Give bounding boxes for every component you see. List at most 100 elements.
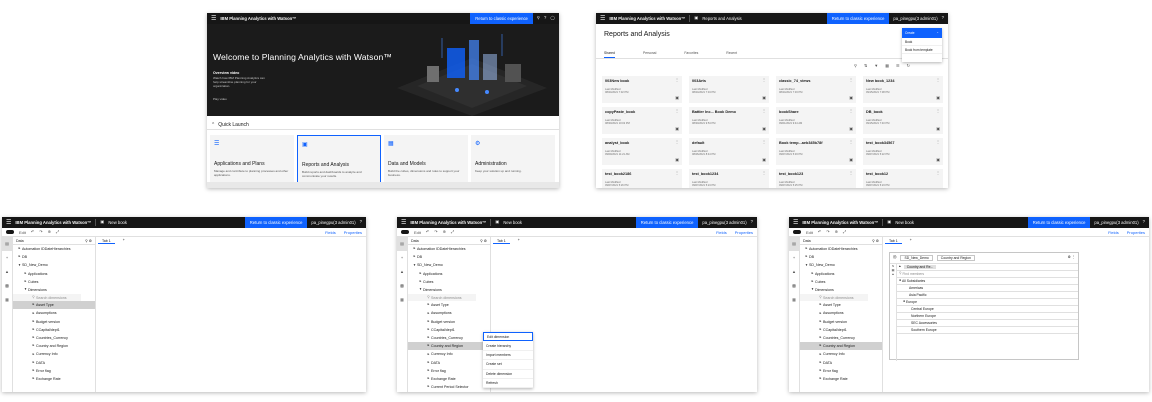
share-icon[interactable]: ⊕ <box>835 230 838 234</box>
tree-node[interactable]: ▸ Automation IDDateHierarchies <box>13 245 95 253</box>
collapse-icon[interactable]: ● <box>903 299 905 303</box>
data-icon[interactable]: ▤ <box>397 237 407 251</box>
tab-1[interactable]: Tab 1 <box>493 239 510 244</box>
book-name[interactable]: New book <box>503 220 522 225</box>
overflow-menu-icon[interactable]: ⋮ <box>849 78 853 82</box>
row-dimension-chip[interactable]: ▴ Country and Re... <box>897 264 1078 271</box>
overflow-menu-icon[interactable]: ⋮ <box>849 109 853 113</box>
tree-node[interactable]: ▸ CCapital/dept1 <box>800 326 882 334</box>
chart-icon[interactable]: ▩ <box>397 279 407 293</box>
overflow-menu-icon[interactable]: ⋮ <box>849 171 853 175</box>
help-icon[interactable]: ? <box>1143 220 1145 224</box>
undo-icon[interactable]: ↶ <box>426 230 429 234</box>
share-icon[interactable]: ⊕ <box>443 230 446 234</box>
tree-node[interactable]: ▸ Currency Info <box>408 350 490 358</box>
tab-favorites[interactable]: Favorites <box>684 51 698 58</box>
data-icon[interactable]: ▤ <box>789 237 799 251</box>
overflow-menu-icon[interactable]: ⋮ <box>936 171 940 175</box>
report-card[interactable]: test_book12 Last Modified 09/07/2021 5:2… <box>863 169 943 188</box>
tree-node[interactable]: ▾ Dimensions <box>408 286 490 294</box>
member-row[interactable]: Southern Europe <box>897 327 1078 334</box>
chart-icon[interactable]: ▩ <box>789 279 799 293</box>
menu-item-book[interactable]: Book <box>902 38 942 46</box>
help-icon[interactable]: ? <box>360 220 362 224</box>
overflow-menu-icon[interactable]: ⋮ <box>675 109 679 113</box>
tree-node[interactable]: ▸ DB <box>13 253 95 261</box>
tree-node[interactable]: ▸ Applications <box>408 270 490 278</box>
tree-node[interactable]: ▸ DATA <box>13 358 95 366</box>
tree-node[interactable]: ▸ Country and Region <box>408 342 490 351</box>
play-video-link[interactable]: Play video <box>213 97 227 101</box>
tree-node[interactable]: ▸ Error flag <box>408 367 490 375</box>
user-name[interactable]: pa_pinegpu(3 admin01) <box>702 220 746 225</box>
tree-node[interactable]: ▸ Currency Info <box>13 350 95 358</box>
menu-icon[interactable]: ☰ <box>793 220 798 226</box>
context-menu-item[interactable]: Create hierarchy <box>483 341 533 351</box>
tree-node[interactable]: ▸ Applications <box>13 270 95 278</box>
expand-icon[interactable]: ⤢ <box>451 230 454 234</box>
tree-node[interactable]: ▸ Asset Type <box>408 301 490 309</box>
add-tab-icon[interactable]: + <box>518 239 520 243</box>
tree-node[interactable]: ▸ Budget version <box>800 318 882 326</box>
edit-toggle[interactable] <box>6 230 14 234</box>
expand-icon[interactable]: ⤢ <box>56 230 59 234</box>
tree-node[interactable]: ▸ DATA <box>408 358 490 366</box>
tab-shared[interactable]: Shared <box>604 51 615 58</box>
context-menu-item[interactable]: Edit dimension <box>483 332 533 342</box>
view-options-icon[interactable]: ⚙ ⋮ <box>1068 255 1075 259</box>
return-classic-link[interactable]: Return to classic experience <box>826 13 890 24</box>
report-card[interactable]: analyst_book Last Modified 09/09/2021 11… <box>602 138 682 165</box>
tree-node[interactable]: ▸ Cubes <box>800 278 882 286</box>
tree-tools[interactable]: ⚲ ⚙ <box>85 239 92 243</box>
properties-button[interactable]: Properties <box>344 230 362 235</box>
context-menu-item[interactable]: Refresh <box>483 379 533 389</box>
create-dropdown-header[interactable]: Create ⌄ <box>902 28 942 38</box>
member-row[interactable]: ● All Subsidiaries <box>897 278 1078 285</box>
layers-icon[interactable]: ▦ <box>789 293 799 307</box>
report-card[interactable]: default Last Modified 08/26/2021 8:44 PM… <box>689 138 769 165</box>
report-card[interactable]: DB_book Last Modified 09/15/2021 7:40 PM… <box>863 107 943 134</box>
book-name[interactable]: New book <box>895 220 914 225</box>
overflow-menu-icon[interactable]: ⋮ <box>936 109 940 113</box>
tree-node[interactable]: ▸ Asset Type <box>800 301 882 309</box>
expand-icon[interactable]: ⤢ <box>843 230 846 234</box>
tree-node[interactable]: ▸ Budget version <box>408 318 490 326</box>
member-search[interactable]: ⚲ Find members <box>897 271 1078 278</box>
book-name[interactable]: New book <box>108 220 127 225</box>
report-card[interactable]: classic_74_views Last Modified 08/24/202… <box>776 76 856 103</box>
card-data-and-models[interactable]: ▦ Data and Models Build the cubes, dimen… <box>384 135 468 187</box>
context-menu-item[interactable]: Import members <box>483 351 533 361</box>
user-icon[interactable]: ◯ <box>550 16 555 20</box>
search-icon[interactable]: ⚲ <box>854 64 857 68</box>
list-view-icon[interactable]: ☰ <box>896 64 900 68</box>
edit-toggle[interactable] <box>793 230 801 234</box>
tree-node[interactable]: ▸ Country and Region <box>13 342 95 350</box>
redo-icon[interactable]: ↷ <box>39 230 42 234</box>
filter-icon[interactable]: ▼ <box>874 64 878 68</box>
add-icon[interactable]: + <box>2 251 12 265</box>
tab-recent[interactable]: Recent <box>726 51 737 58</box>
tree-node[interactable]: ▸ Countries_Currency <box>800 334 882 342</box>
tree-node[interactable]: ▸ DB <box>800 253 882 261</box>
report-card[interactable]: copyPaste_book Last Modified 08/30/2021 … <box>602 107 682 134</box>
menu-icon[interactable]: ☰ <box>211 16 216 22</box>
tree-node[interactable]: ▸ Assumptions <box>13 309 95 317</box>
fields-button[interactable]: Fields <box>716 230 727 235</box>
context-menu-item[interactable]: Delete dimension <box>483 370 533 379</box>
member-row[interactable]: Americas <box>897 285 1078 292</box>
member-row[interactable]: Northern Europe <box>897 313 1078 320</box>
user-name[interactable]: pa_pinegpu(3 admin01) <box>311 220 355 225</box>
help-icon[interactable]: ? <box>942 16 944 20</box>
help-icon[interactable]: ? <box>751 220 753 224</box>
menu-icon[interactable]: ☰ <box>600 16 605 22</box>
overflow-menu-icon[interactable]: ⋮ <box>762 109 766 113</box>
tree-node[interactable]: ▸ Cubes <box>13 278 95 286</box>
tree-node[interactable]: ▸ Budget version <box>13 318 95 326</box>
report-card[interactable]: New book_1234 Last Modified 09/15/2021 7… <box>863 76 943 103</box>
tree-node[interactable]: ▸ Applications <box>800 270 882 278</box>
tree-node[interactable]: ▾ Dimensions <box>13 286 95 294</box>
tree-node[interactable]: ▸ Countries_Currency <box>408 334 490 342</box>
layers-icon[interactable]: ▦ <box>2 293 12 307</box>
dimension-search-input[interactable]: ⚲ Search dimensions <box>408 294 476 302</box>
overflow-menu-icon[interactable]: ⋮ <box>762 140 766 144</box>
